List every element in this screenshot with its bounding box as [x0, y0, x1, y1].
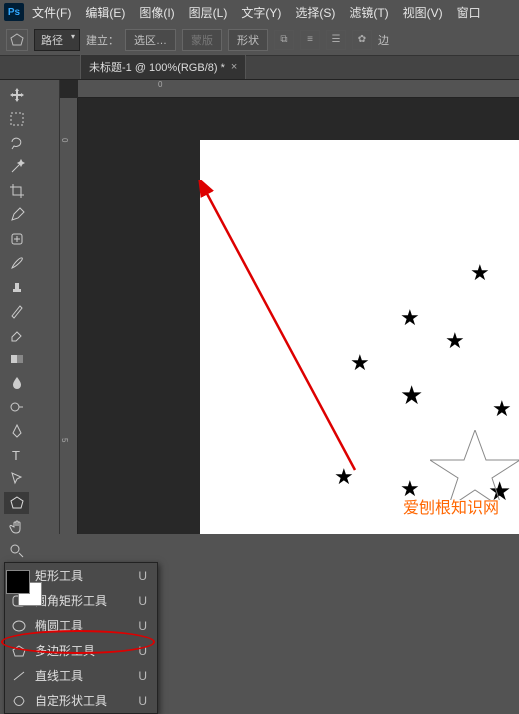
menu-edit[interactable]: 编辑(E) — [79, 2, 131, 23]
ellipse-icon — [11, 619, 27, 633]
canvas-area: 0 0 5 ★ ★ ★ ★ ★ ★ ★ ★ ★ — [60, 80, 519, 534]
eraser-tool[interactable] — [4, 324, 29, 346]
flyout-line-tool[interactable]: 直线工具 U — [5, 663, 157, 688]
flyout-item-shortcut: U — [133, 669, 147, 683]
flyout-ellipse-tool[interactable]: 椭圆工具 U — [5, 613, 157, 638]
flyout-item-label: 椭圆工具 — [35, 617, 125, 634]
path-op-combine-icon[interactable]: ⧉ — [274, 30, 294, 50]
foreground-color-swatch[interactable] — [6, 570, 30, 594]
menu-image[interactable]: 图像(I) — [133, 2, 180, 23]
gradient-tool[interactable] — [4, 348, 29, 370]
color-swatches[interactable] — [4, 570, 54, 610]
ruler-tick: 5 — [60, 438, 69, 442]
flyout-item-shortcut: U — [133, 569, 147, 583]
menu-type[interactable]: 文字(Y) — [235, 2, 287, 23]
app-logo: Ps — [4, 3, 24, 21]
flyout-item-label: 自定形状工具 — [35, 692, 125, 709]
current-tool-indicator — [6, 29, 28, 51]
star-shape: ★ — [334, 464, 354, 490]
menu-window[interactable]: 窗口 — [451, 2, 487, 23]
document-tab-title: 未标题-1 @ 100%(RGB/8) * — [89, 59, 225, 75]
menu-layer[interactable]: 图层(L) — [183, 2, 234, 23]
flyout-item-label: 多边形工具 — [35, 642, 125, 659]
custom-shape-icon — [11, 694, 27, 708]
document-canvas[interactable]: ★ ★ ★ ★ ★ ★ ★ ★ ★ — [200, 140, 519, 534]
path-arrange-icon[interactable]: ☰ — [326, 30, 346, 50]
star-shape: ★ — [400, 305, 420, 331]
history-brush-tool[interactable] — [4, 300, 29, 322]
path-selection-tool[interactable] — [4, 468, 29, 490]
document-tab[interactable]: 未标题-1 @ 100%(RGB/8) * × — [80, 54, 246, 79]
edges-label: 边 — [378, 32, 389, 48]
eyedropper-tool[interactable] — [4, 204, 29, 226]
settings-gear-icon[interactable]: ✿ — [352, 30, 372, 50]
blur-tool[interactable] — [4, 372, 29, 394]
svg-text:T: T — [12, 448, 20, 463]
watermark-text: 爱刨根知识网 — [403, 494, 499, 518]
zoom-tool[interactable] — [4, 540, 29, 562]
star-outline-shape — [430, 430, 519, 500]
pen-tool[interactable] — [4, 420, 29, 442]
make-shape-button[interactable]: 形状 — [228, 29, 268, 51]
line-icon — [11, 669, 27, 683]
ruler-tick: 0 — [60, 138, 69, 142]
star-shape: ★ — [492, 396, 512, 422]
menu-filter[interactable]: 滤镜(T) — [343, 2, 394, 23]
dodge-tool[interactable] — [4, 396, 29, 418]
ruler-tick: 0 — [158, 80, 162, 89]
star-shape: ★ — [445, 328, 465, 354]
flyout-item-label: 直线工具 — [35, 667, 125, 684]
star-shape: ★ — [350, 350, 370, 376]
flyout-item-shortcut: U — [133, 694, 147, 708]
polygon-icon — [11, 644, 27, 658]
build-label: 建立： — [86, 32, 119, 48]
flyout-polygon-tool[interactable]: 多边形工具 U — [5, 638, 157, 663]
clone-stamp-tool[interactable] — [4, 276, 29, 298]
close-tab-icon[interactable]: × — [231, 61, 237, 73]
hand-tool[interactable] — [4, 516, 29, 538]
lasso-tool[interactable] — [4, 132, 29, 154]
tool-mode-dropdown[interactable]: 路径 — [34, 29, 80, 51]
crop-tool[interactable] — [4, 180, 29, 202]
shape-tool[interactable]: 矩形工具 U 圆角矩形工具 U 椭圆工具 U 多边形工具 U — [4, 492, 29, 514]
move-tool[interactable] — [4, 84, 29, 106]
make-mask-button[interactable]: 蒙版 — [182, 29, 222, 51]
flyout-custom-shape-tool[interactable]: 自定形状工具 U — [5, 688, 157, 713]
healing-brush-tool[interactable] — [4, 228, 29, 250]
menu-file[interactable]: 文件(F) — [26, 2, 77, 23]
horizontal-ruler[interactable]: 0 — [78, 80, 519, 98]
marquee-tool[interactable] — [4, 108, 29, 130]
menu-select[interactable]: 选择(S) — [289, 2, 341, 23]
toolbox: T 矩形工具 U 圆角矩形工具 U 椭圆工具 U — [0, 80, 60, 534]
magic-wand-tool[interactable] — [4, 156, 29, 178]
type-tool[interactable]: T — [4, 444, 29, 466]
path-align-icon[interactable]: ≡ — [300, 30, 320, 50]
menu-view[interactable]: 视图(V) — [397, 2, 449, 23]
brush-tool[interactable] — [4, 252, 29, 274]
flyout-item-shortcut: U — [133, 594, 147, 608]
star-shape: ★ — [470, 260, 490, 286]
vertical-ruler[interactable]: 0 5 — [60, 98, 78, 534]
flyout-item-shortcut: U — [133, 644, 147, 658]
flyout-item-shortcut: U — [133, 619, 147, 633]
make-selection-button[interactable]: 选区… — [125, 29, 176, 51]
star-shape: ★ — [400, 380, 423, 411]
